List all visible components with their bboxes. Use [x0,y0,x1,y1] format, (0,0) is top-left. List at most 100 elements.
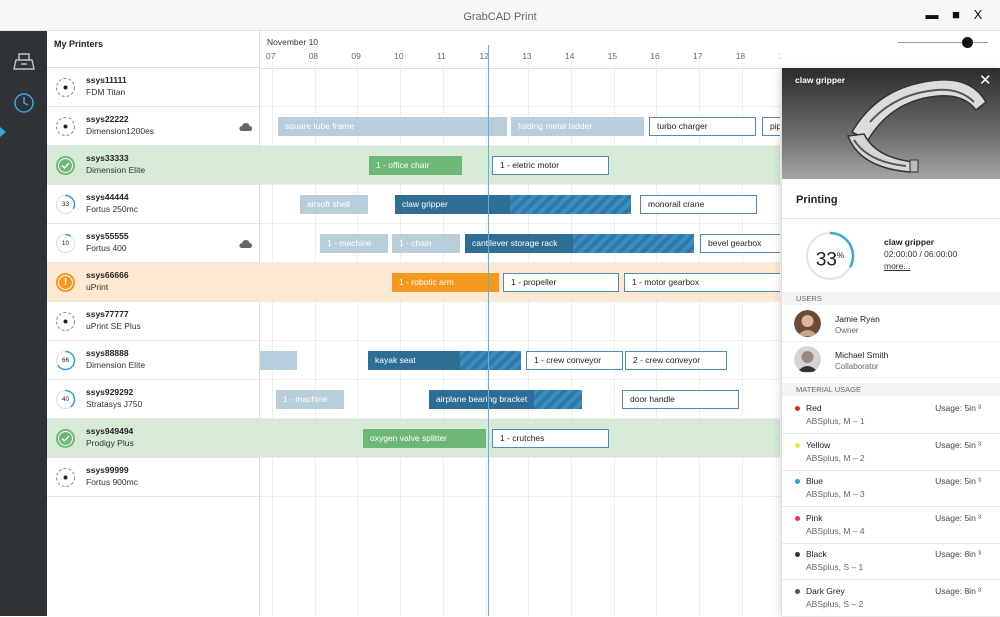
print-job-bar[interactable]: 1 - eletric motor [492,156,609,175]
print-job-bar[interactable]: monorail crane [640,195,757,214]
material-color-dot [795,515,800,521]
close-panel-button[interactable]: ✕ [979,71,992,89]
printers-list: My Printers ssys11111 FDM Titan ssys22222 D… [47,31,260,616]
user-name: Michael Smith [835,350,889,360]
print-job-bar[interactable]: kayak seat [368,351,460,370]
print-job-bar[interactable]: bevel gearbox [700,234,780,253]
printer-row[interactable]: 40 ssys929292 Stratasys J750 [47,380,260,419]
print-job-bar[interactable]: door handle [622,390,739,409]
material-color-dot [795,552,800,557]
timeline-day-label: 08 [308,51,319,61]
users-heading: USERS [782,292,1000,305]
printer-model: Dimension Elite [86,165,146,175]
check-icon [56,156,75,175]
printer-row[interactable]: ssys949494 Prodigy Plus [47,419,260,458]
printer-tray-icon [12,53,35,70]
print-job-bar[interactable]: claw gripper [395,195,510,214]
maximize-button[interactable]: ■ [946,6,966,24]
more-link[interactable]: more... [884,261,910,271]
user-role: Collaborator [835,362,879,371]
idle-status-icon [56,78,75,97]
material-color-dot [795,479,800,484]
printer-model: Fortus 900mc [86,477,138,487]
print-job-bar[interactable]: cantilever storage rack [465,234,573,253]
print-job-bar[interactable]: 1 - motor gearbox [624,273,780,292]
printer-row[interactable]: 33 ssys44444 Fortus 250mc [47,185,260,224]
material-name: Dark Grey [806,585,845,596]
close-window-button[interactable]: X [968,6,988,24]
print-job-bar[interactable]: turbo charger [649,117,756,136]
print-job-bar[interactable]: pipe [762,117,780,136]
printer-row[interactable]: 66 ssys88888 Dimension Elite [47,341,260,380]
avatar [794,346,821,373]
material-row[interactable]: Black ABSplus, S – 1 Usage: 8in ³ [782,543,1000,580]
material-usage: Usage: 8in ³ [935,549,981,559]
printer-row[interactable]: ! ssys66666 uPrint [47,263,260,302]
print-job-bar[interactable]: 1 - chain [392,234,460,253]
zoom-slider-handle[interactable] [961,37,973,48]
active-nav-indicator [0,127,6,137]
printer-model: Stratasys J750 [86,399,143,409]
printer-row[interactable]: ssys99999 Fortus 900mc [47,458,260,497]
material-row[interactable]: Pink ABSplus, M – 4 Usage: 5in ³ [782,507,1000,544]
zoom-slider-track[interactable] [898,42,988,43]
printer-model: FDM Titan [86,87,126,97]
material-type: ABSplus, M – 3 [806,489,865,499]
user-row[interactable]: Michael Smith Collaborator [782,342,1000,378]
printer-row[interactable]: 10 ssys55555 Fortus 400 [47,224,260,263]
print-job-bar[interactable] [260,351,297,370]
print-job-bar[interactable]: 1 - crew conveyor [526,351,623,370]
material-row[interactable]: Yellow ABSplus, M – 2 Usage: 5in ³ [782,434,1000,471]
print-job-bar[interactable] [460,351,521,370]
printers-nav-button[interactable] [0,41,47,81]
printer-row[interactable]: ssys33333 Dimension Elite [47,146,260,185]
material-type: ABSplus, S – 1 [806,562,864,572]
printing-section-title: Printing [796,194,838,206]
job-detail-panel: claw gripper ✕ Printing 33% claw gripper… [781,68,1000,617]
print-job-bar[interactable]: oxygen valve splitter [363,429,486,448]
user-row[interactable]: Jamie Ryan Owner [782,306,1000,342]
minimize-button[interactable]: ▬ [922,6,942,24]
print-job-bar[interactable]: 2 - crew conveyor [625,351,727,370]
timeline-day-label: 18 [735,51,746,61]
material-row[interactable]: Red ABSplus, M – 1 Usage: 5in ³ [782,397,1000,434]
material-usage: Usage: 5in ³ [935,403,981,413]
timeline-row [260,458,780,497]
print-job-bar[interactable]: 1 - office chair [369,156,462,175]
timeline-day-label: 09 [351,51,361,61]
print-job-bar[interactable]: 1 - machine [276,390,344,409]
print-job-bar[interactable] [573,234,694,253]
print-job-bar[interactable]: 1 - propeller [503,273,619,292]
print-job-bar[interactable]: folding metal ladder [511,117,644,136]
timeline-row [260,68,780,107]
timeline-day-label: 14 [564,51,575,61]
printer-name: ssys55555 [86,231,129,241]
print-job-bar[interactable] [534,390,582,409]
printer-row[interactable]: ssys22222 Dimension1200es [47,107,260,146]
print-job-bar[interactable]: 1 - robotic arm [392,273,499,292]
print-job-bar[interactable] [510,195,631,214]
claw-gripper-render [846,79,987,173]
check-icon [56,429,75,448]
schedule-nav-button[interactable] [0,83,47,123]
current-time-line [488,45,489,616]
print-job-bar[interactable]: airplane bearing bracket [429,390,534,409]
printer-name: ssys44444 [86,192,129,202]
print-job-bar[interactable]: 1 - crutches [492,429,609,448]
material-usage: Usage: 8in ³ [935,585,981,596]
progress-label: 40 [61,396,70,403]
print-job-bar[interactable]: square tube frame [278,117,507,136]
print-job-bar[interactable]: airsoft shell [300,195,368,214]
navigation-rail [0,31,47,616]
material-type: ABSplus, S – 2 [806,598,864,609]
printer-model: Fortus 400 [86,243,127,253]
user-name: Jamie Ryan [835,314,880,324]
progress-percent: 33% [815,249,845,271]
material-row[interactable]: Blue ABSplus, M – 3 Usage: 5in ³ [782,470,1000,507]
print-job-bar[interactable]: 1 - machine [320,234,388,253]
printer-row[interactable]: ssys77777 uPrint SE Plus [47,302,260,341]
material-row[interactable]: Dark Grey ABSplus, S – 2 Usage: 8in ³ [782,580,1000,617]
printer-row[interactable]: ssys11111 FDM Titan [47,68,260,107]
timeline-day-label: 11 [436,51,446,61]
idle-status-icon [56,312,75,331]
